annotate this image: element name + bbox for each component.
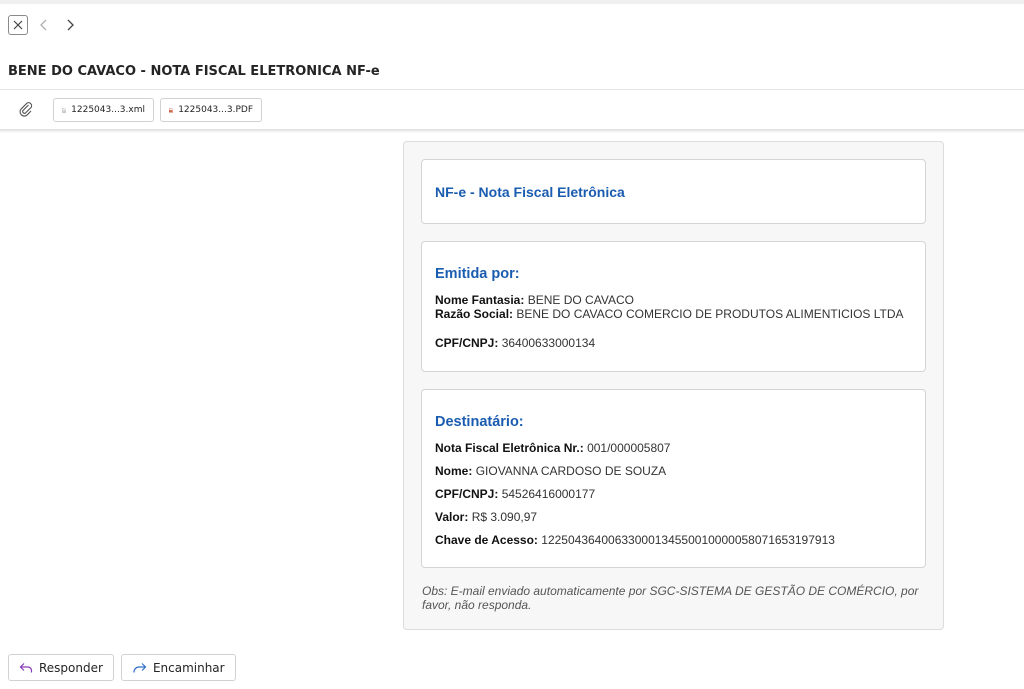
paperclip-icon [18, 101, 34, 117]
emitente-heading: Emitida por: [435, 266, 520, 282]
close-button[interactable] [8, 15, 28, 35]
reply-label: Responder [39, 660, 103, 675]
top-band [0, 0, 1024, 4]
obs-note: Obs: E-mail enviado automaticamente por … [422, 584, 919, 612]
message-body-card: NF-e - Nota Fiscal Eletrônica Emitida po… [403, 141, 944, 630]
attachment-xml[interactable]: 1225043...3.xml [53, 98, 154, 122]
field-label: Chave de Acesso: [435, 533, 538, 547]
divider [0, 89, 1024, 90]
cpf-cnpj-line: CPF/CNPJ: 36400633000134 [435, 336, 912, 350]
chave-line: Chave de Acesso: 12250436400633000134550… [435, 533, 912, 547]
nfe-title: NF-e - Nota Fiscal Eletrônica [435, 184, 625, 200]
razao-social-line: Razão Social: BENE DO CAVACO COMERCIO DE… [435, 307, 912, 321]
nome-fantasia-line: Nome Fantasia: BENE DO CAVACO [435, 293, 912, 307]
close-icon [13, 20, 23, 30]
file-icon [62, 107, 66, 113]
field-value: R$ 3.090,97 [471, 510, 538, 524]
email-subject: BENE DO CAVACO - NOTA FISCAL ELETRONICA … [8, 64, 380, 79]
reply-button[interactable]: Responder [8, 654, 114, 681]
reading-pane-nav [8, 14, 80, 36]
forward-icon [133, 662, 147, 672]
pdf-icon: PDF [169, 107, 173, 113]
field-label: Valor: [435, 510, 469, 524]
field-value: BENE DO CAVACO [527, 293, 634, 307]
destinatario-box: Destinatário: Nota Fiscal Eletrônica Nr.… [421, 389, 926, 568]
attachments-bar: 1225043...3.xml PDF 1225043...3.PDF [0, 95, 1024, 125]
field-value: 36400633000134 [501, 336, 596, 350]
forward-label: Encaminhar [152, 660, 225, 675]
title-box: NF-e - Nota Fiscal Eletrônica [421, 159, 926, 224]
field-label: Nome: [435, 464, 473, 478]
field-value: 54526416000177 [501, 487, 596, 501]
field-value: BENE DO CAVACO COMERCIO DE PRODUTOS ALIM… [516, 307, 904, 321]
field-label: CPF/CNPJ: [435, 336, 499, 350]
emitente-box: Emitida por: Nome Fantasia: BENE DO CAVA… [421, 241, 926, 372]
attachment-name: 1225043...3.PDF [178, 105, 253, 115]
header-shadow [0, 129, 1024, 133]
reply-icon [19, 662, 33, 672]
field-value: GIOVANNA CARDOSO DE SOUZA [475, 464, 667, 478]
field-label: Nota Fiscal Eletrônica Nr.: [435, 441, 584, 455]
forward-button[interactable]: Encaminhar [120, 654, 236, 681]
nome-line: Nome: GIOVANNA CARDOSO DE SOUZA [435, 464, 912, 478]
field-label: CPF/CNPJ: [435, 487, 499, 501]
field-label: Razão Social: [435, 307, 514, 321]
nota-line: Nota Fiscal Eletrônica Nr.: 001/00000580… [435, 441, 912, 455]
attachment-pdf[interactable]: PDF 1225043...3.PDF [160, 98, 262, 122]
field-value: 001/000005807 [587, 441, 671, 455]
chevron-left-icon [40, 19, 47, 31]
destinatario-heading: Destinatário: [435, 414, 524, 430]
field-value: 1225043640063300013455001000005807165319… [541, 533, 835, 547]
cpf-cnpj-line: CPF/CNPJ: 54526416000177 [435, 487, 912, 501]
message-actions: Responder Encaminhar [8, 654, 236, 681]
next-button[interactable] [60, 15, 80, 35]
attachment-name: 1225043...3.xml [71, 105, 145, 115]
field-label: Nome Fantasia: [435, 293, 525, 307]
previous-button[interactable] [34, 15, 54, 35]
valor-line: Valor: R$ 3.090,97 [435, 510, 912, 524]
chevron-right-icon [67, 19, 74, 31]
